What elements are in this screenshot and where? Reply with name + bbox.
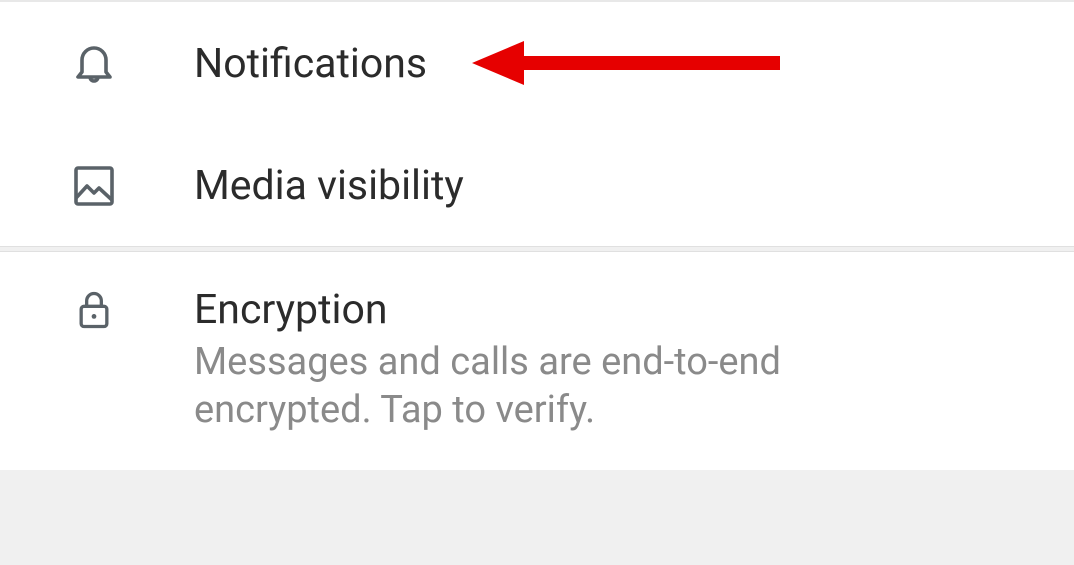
settings-item-subtitle: Messages and calls are end-to-end encryp… <box>194 339 954 434</box>
settings-item-notifications[interactable]: Notifications <box>0 2 1074 124</box>
image-icon <box>68 160 120 212</box>
settings-item-text: Encryption Messages and calls are end-to… <box>194 288 954 434</box>
settings-item-title: Encryption <box>194 288 954 333</box>
settings-item-text: Media visibility <box>194 164 464 209</box>
settings-item-title: Media visibility <box>194 164 464 209</box>
settings-section-2: Encryption Messages and calls are end-to… <box>0 252 1074 470</box>
settings-item-media-visibility[interactable]: Media visibility <box>0 124 1074 246</box>
bell-icon <box>68 38 120 90</box>
settings-item-text: Notifications <box>194 42 427 87</box>
lock-icon <box>68 284 120 336</box>
annotation-arrow <box>470 33 790 93</box>
settings-item-title: Notifications <box>194 42 427 87</box>
settings-section-1: Notifications Media visibility <box>0 2 1074 246</box>
settings-item-encryption[interactable]: Encryption Messages and calls are end-to… <box>0 252 1074 470</box>
